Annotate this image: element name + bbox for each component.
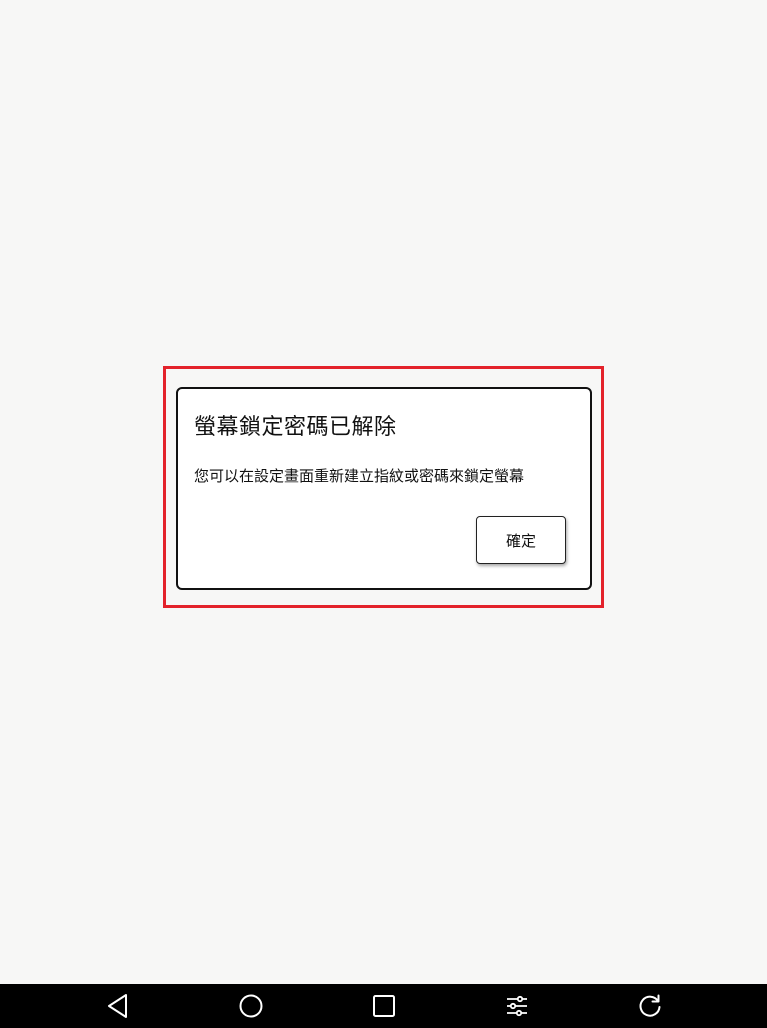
back-triangle-icon — [108, 994, 127, 1018]
recents-square-icon — [373, 995, 395, 1017]
back-button[interactable] — [102, 990, 134, 1022]
sliders-icon — [507, 995, 527, 1017]
home-button[interactable] — [235, 990, 267, 1022]
navigation-bar — [0, 984, 767, 1028]
recents-button[interactable] — [368, 990, 400, 1022]
alert-dialog: 螢幕鎖定密碼已解除 您可以在設定畫面重新建立指紋或密碼來鎖定螢幕 確定 — [176, 387, 592, 590]
dialog-message: 您可以在設定畫面重新建立指紋或密碼來鎖定螢幕 — [194, 467, 525, 485]
home-circle-icon — [239, 994, 263, 1018]
rotate-button[interactable] — [634, 990, 666, 1022]
ok-button[interactable]: 確定 — [476, 516, 566, 564]
rotate-icon — [639, 994, 661, 1017]
screen: 螢幕鎖定密碼已解除 您可以在設定畫面重新建立指紋或密碼來鎖定螢幕 確定 — [0, 0, 767, 1028]
settings-button[interactable] — [501, 990, 533, 1022]
dialog-title: 螢幕鎖定密碼已解除 — [194, 415, 397, 440]
